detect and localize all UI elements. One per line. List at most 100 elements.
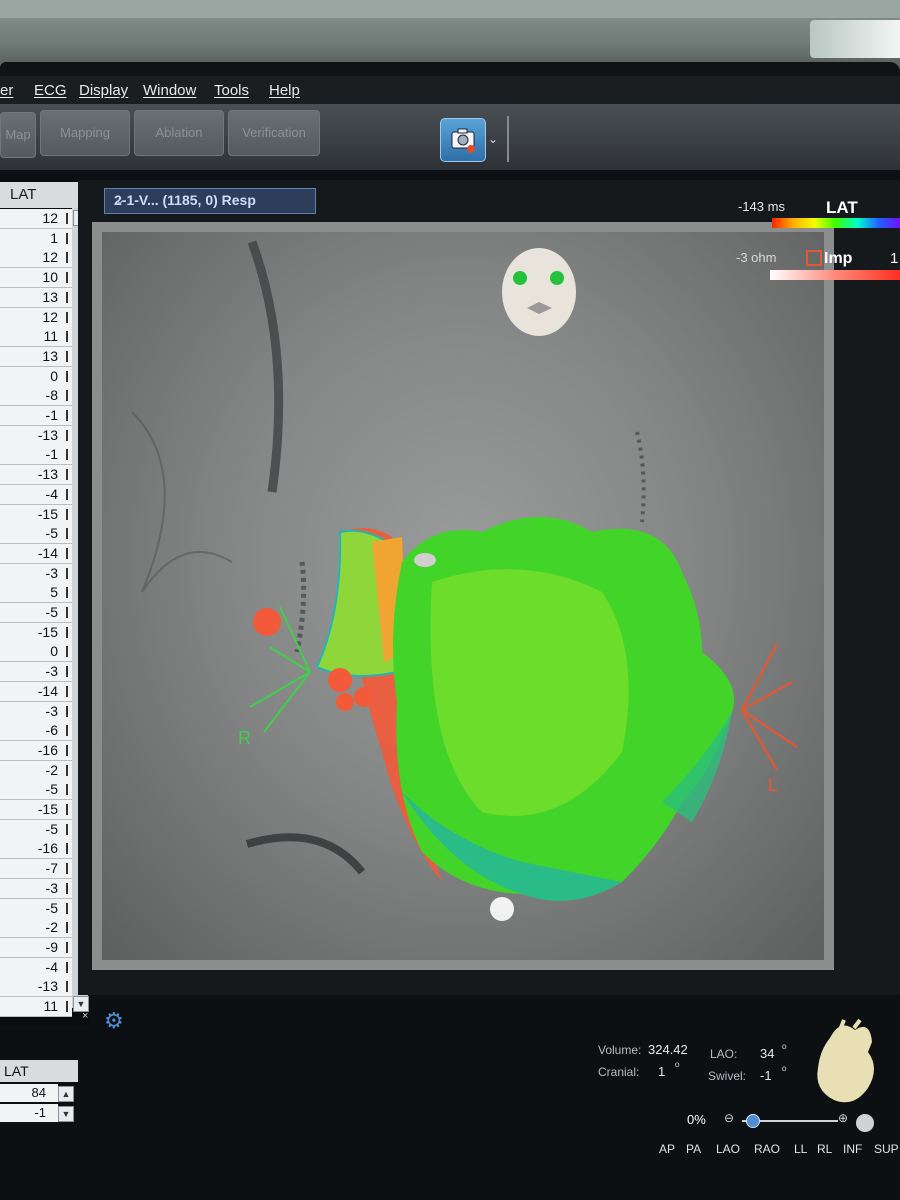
list-item[interactable]: -1 bbox=[0, 1104, 58, 1122]
lat-value: 12 bbox=[42, 210, 58, 226]
table-row[interactable]: -13 bbox=[0, 465, 72, 486]
row-marker bbox=[66, 350, 68, 362]
table-row[interactable]: -6 bbox=[0, 721, 72, 742]
lat-value: -5 bbox=[45, 525, 58, 542]
zoom-in-icon[interactable]: ⊕ bbox=[838, 1111, 848, 1125]
view-rao-button[interactable]: RAO bbox=[754, 1142, 780, 1156]
table-row[interactable]: -2 bbox=[0, 918, 72, 939]
view-sup-button[interactable]: SUP bbox=[874, 1142, 899, 1156]
lat-value: -16 bbox=[37, 840, 58, 857]
row-marker bbox=[66, 626, 68, 638]
table-row[interactable]: -3 bbox=[0, 563, 72, 584]
table-row[interactable]: -15 bbox=[0, 504, 72, 525]
table-row[interactable]: -7 bbox=[0, 859, 72, 880]
table-row[interactable]: -3 bbox=[0, 662, 72, 683]
menu-item-window[interactable]: Window bbox=[143, 82, 196, 99]
table-row[interactable]: 12 bbox=[0, 307, 72, 328]
gear-icon[interactable]: ⚙ bbox=[104, 1008, 124, 1034]
zoom-slider-handle[interactable] bbox=[746, 1114, 760, 1128]
table-row[interactable]: -13 bbox=[0, 425, 72, 446]
table-row[interactable]: -5 bbox=[0, 898, 72, 919]
view-pa-button[interactable]: PA bbox=[686, 1142, 701, 1156]
lat-value: -7 bbox=[45, 860, 58, 877]
table-row[interactable]: 12 bbox=[0, 248, 72, 269]
table-row[interactable]: -3 bbox=[0, 878, 72, 899]
row-marker bbox=[66, 941, 68, 953]
chevron-down-icon[interactable]: ⌄ bbox=[488, 132, 498, 146]
table-row[interactable]: -14 bbox=[0, 681, 72, 702]
view-inf-button[interactable]: INF bbox=[843, 1142, 862, 1156]
imp-legend-title: Imp bbox=[824, 250, 853, 267]
table-row[interactable]: 5 bbox=[0, 583, 72, 604]
table-row[interactable]: -5 bbox=[0, 780, 72, 801]
view-rl-button[interactable]: RL bbox=[817, 1142, 832, 1156]
table-row[interactable]: 11 bbox=[0, 327, 72, 348]
table-row[interactable]: 13 bbox=[0, 346, 72, 367]
row-marker bbox=[66, 705, 68, 717]
table-row[interactable]: -15 bbox=[0, 622, 72, 643]
cardiac-map[interactable] bbox=[102, 232, 824, 960]
lat-min-value: -143 ms bbox=[738, 199, 785, 214]
table-row[interactable]: -3 bbox=[0, 701, 72, 722]
cranial-unit: º bbox=[675, 1060, 680, 1074]
snapshot-button[interactable] bbox=[440, 118, 486, 162]
lat-value: -3 bbox=[45, 702, 58, 719]
table-row[interactable]: -16 bbox=[0, 839, 72, 860]
menu-item-help[interactable]: Help bbox=[269, 82, 300, 99]
table-row[interactable]: -4 bbox=[0, 957, 72, 978]
table-row[interactable]: -14 bbox=[0, 543, 72, 564]
table-row[interactable]: 12 bbox=[0, 209, 72, 229]
table-row[interactable]: 13 bbox=[0, 287, 72, 308]
lat-column-header[interactable]: LAT bbox=[0, 182, 78, 208]
mapping-button[interactable]: Mapping bbox=[40, 110, 130, 156]
row-marker bbox=[66, 429, 68, 441]
lat-value: -1 bbox=[45, 407, 58, 423]
table-row[interactable]: 0 bbox=[0, 366, 72, 387]
table-row[interactable]: -5 bbox=[0, 819, 72, 840]
table-row[interactable]: -16 bbox=[0, 740, 72, 761]
scroll-up-button[interactable]: ▲ bbox=[58, 1086, 74, 1102]
menu-item-display[interactable]: Display bbox=[79, 82, 128, 99]
fluoro-background[interactable] bbox=[92, 222, 834, 970]
map-button[interactable]: Map bbox=[0, 112, 36, 158]
lat-color-scale bbox=[772, 218, 900, 228]
table-row[interactable]: 10 bbox=[0, 268, 72, 289]
table-row[interactable]: -2 bbox=[0, 760, 72, 781]
row-marker bbox=[66, 469, 68, 481]
lat2-column-header[interactable]: LAT bbox=[0, 1060, 78, 1082]
view-ap-button[interactable]: AP bbox=[659, 1142, 675, 1156]
lat-value: -15 bbox=[37, 505, 58, 522]
imp-max-value: 1 bbox=[890, 250, 899, 267]
menu-item-ecg[interactable]: ECG bbox=[34, 82, 67, 99]
table-row[interactable]: -13 bbox=[0, 977, 72, 998]
table-row[interactable]: -1 bbox=[0, 406, 72, 426]
table-row[interactable]: -5 bbox=[0, 524, 72, 545]
view-lao-button[interactable]: LAO bbox=[716, 1142, 740, 1156]
table-row[interactable]: -5 bbox=[0, 603, 72, 623]
ablation-button[interactable]: Ablation bbox=[134, 110, 224, 156]
zoom-value: 0% bbox=[687, 1112, 706, 1127]
scroll-down-button[interactable]: ▼ bbox=[58, 1106, 74, 1122]
view-ll-button[interactable]: LL bbox=[794, 1142, 807, 1156]
table-row[interactable]: -15 bbox=[0, 800, 72, 820]
table-row[interactable]: -4 bbox=[0, 484, 72, 505]
map-selector-dropdown[interactable]: 2-1-V... (1185, 0) Resp ⌄ bbox=[104, 188, 316, 214]
heart-orientation-icon[interactable] bbox=[810, 1018, 882, 1110]
list-item[interactable]: 84 bbox=[0, 1084, 58, 1102]
close-icon[interactable]: × bbox=[82, 1010, 88, 1022]
menu-item-tools[interactable]: Tools bbox=[214, 82, 249, 99]
row-marker bbox=[66, 528, 68, 540]
table-row[interactable]: -9 bbox=[0, 937, 72, 958]
verification-button[interactable]: Verification bbox=[228, 110, 320, 156]
lat-legend-title: LAT bbox=[826, 198, 858, 217]
row-marker bbox=[66, 311, 68, 323]
table-row[interactable]: -8 bbox=[0, 386, 72, 407]
zoom-out-icon[interactable]: ⊖ bbox=[724, 1111, 734, 1125]
reset-view-icon[interactable] bbox=[856, 1114, 874, 1132]
table-row[interactable]: 11 bbox=[0, 997, 72, 1017]
menu-item-user[interactable]: er bbox=[0, 82, 13, 99]
table-row[interactable]: 1 bbox=[0, 228, 72, 249]
table-row[interactable]: -1 bbox=[0, 445, 72, 466]
table-row[interactable]: 0 bbox=[0, 642, 72, 663]
imp-toggle-icon[interactable] bbox=[806, 250, 822, 266]
